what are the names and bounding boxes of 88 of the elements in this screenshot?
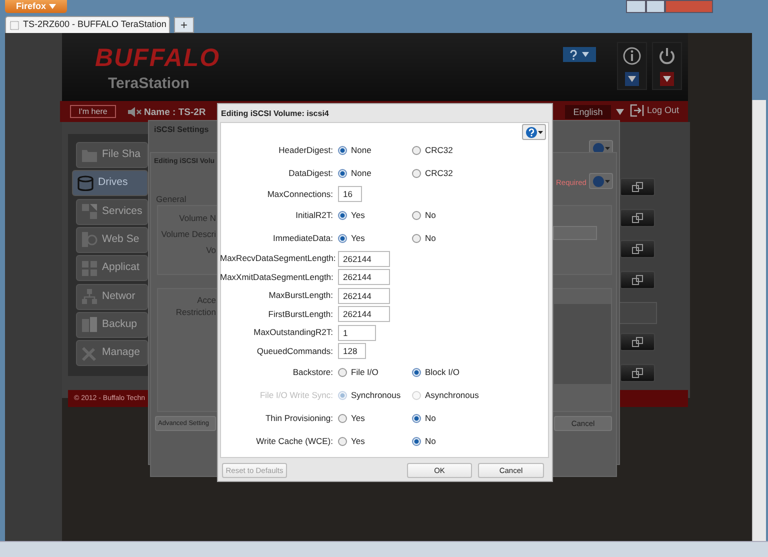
caret-icon <box>625 72 639 86</box>
input-field[interactable]: 16 <box>338 186 362 202</box>
caret-icon <box>49 4 56 10</box>
open-button[interactable] <box>620 271 655 289</box>
field-label: MaxBurstLength: <box>268 289 334 302</box>
logout-icon <box>630 104 644 118</box>
open-button[interactable] <box>620 240 655 258</box>
option-label: File I/O <box>351 366 378 378</box>
option-label: CRC32 <box>425 167 453 180</box>
language-select[interactable]: English <box>565 105 611 119</box>
help-button[interactable] <box>589 173 613 189</box>
locate-button[interactable]: I'm here <box>70 105 116 118</box>
field-label: FirstBurstLength: <box>267 308 334 321</box>
field-label: InitialR2T: <box>294 208 334 222</box>
dialog-title: Editing iSCSI Volume: iscsi4 <box>221 108 329 120</box>
power-icon <box>658 46 676 64</box>
external-window-icon <box>632 368 643 378</box>
field-label: File I/O Write Sync: <box>258 388 334 402</box>
caret-icon <box>604 180 610 182</box>
external-window-icon <box>632 213 643 223</box>
field-label: Thin Provisioning: <box>264 412 334 424</box>
question-mark-icon <box>570 50 577 60</box>
input-field[interactable]: 1 <box>338 324 376 341</box>
power-button[interactable] <box>652 42 682 90</box>
option-label: Yes <box>351 412 365 424</box>
caret-icon <box>660 72 674 86</box>
minimize-button[interactable] <box>626 0 646 13</box>
option-label: No <box>425 208 436 222</box>
field-label: MaxXmitDataSegmentLength: <box>220 270 334 284</box>
open-button[interactable] <box>620 178 655 196</box>
dialog-title: iSCSI Settings <box>154 124 209 136</box>
input-field[interactable] <box>553 226 597 240</box>
help-button[interactable] <box>522 124 546 140</box>
browser-tab[interactable]: TS-2RZ600 - BUFFALO TeraStation <box>5 16 170 33</box>
caret-icon <box>538 130 542 134</box>
external-window-icon <box>632 275 643 285</box>
device-name: Name : TS-2R <box>144 106 206 120</box>
option-label: No <box>425 412 436 424</box>
input-field[interactable]: 262144 <box>338 306 390 322</box>
field-label: MaxRecvDataSegmentLength: <box>220 252 337 266</box>
grid-icon <box>81 260 98 277</box>
help-button[interactable] <box>563 47 596 62</box>
input-field[interactable]: 262144 <box>338 250 390 267</box>
option-label: None <box>351 144 372 157</box>
field-label: QueuedCommands: <box>256 344 334 358</box>
external-window-icon <box>632 337 643 347</box>
maximize-button[interactable] <box>646 0 665 13</box>
option-label: Yes <box>351 232 365 244</box>
field-label: HeaderDigest: <box>278 144 334 157</box>
open-button[interactable] <box>620 209 655 227</box>
option-label: No <box>425 232 436 244</box>
logout-link[interactable]: Log Out <box>630 104 680 118</box>
input-field[interactable]: 128 <box>338 343 366 360</box>
option-label: No <box>425 434 436 448</box>
info-button[interactable] <box>617 42 647 90</box>
new-tab-button[interactable]: + <box>174 17 194 33</box>
network-icon <box>81 288 98 305</box>
field-label: Backstore: <box>292 366 334 378</box>
field-label: DataDigest: <box>288 167 334 180</box>
caret-icon <box>604 146 610 150</box>
external-window-icon <box>632 244 643 254</box>
field-label: ImmediateData: <box>272 232 334 244</box>
caret-icon <box>616 109 624 115</box>
cylinder-icon <box>77 174 94 192</box>
field-label: MaxOutstandingR2T: <box>252 326 334 340</box>
documents-icon <box>81 316 98 334</box>
option-label: Yes <box>351 434 365 448</box>
field-label: Write Cache (WCE): <box>255 434 334 448</box>
page-icon <box>10 20 19 30</box>
info-icon <box>623 46 641 64</box>
option-label: Synchronous <box>351 388 401 402</box>
external-window-icon <box>632 182 643 192</box>
open-button[interactable] <box>620 333 655 351</box>
option-label: None <box>351 167 372 180</box>
brand-logo: BUFFALO <box>95 43 220 74</box>
option-label: Asynchronous <box>425 388 479 402</box>
option-label: Block I/O <box>425 366 460 378</box>
speaker-muted-icon <box>128 107 142 117</box>
option-label: CRC32 <box>425 144 453 157</box>
scrollbar[interactable] <box>752 100 766 541</box>
caret-icon <box>582 52 589 57</box>
field-label: MaxConnections: <box>266 188 334 201</box>
open-button[interactable] <box>620 364 655 382</box>
input-field[interactable]: 262144 <box>338 288 390 304</box>
option-label: Yes <box>351 208 365 222</box>
sidebar-item[interactable]: Drives <box>72 170 148 196</box>
input-field[interactable]: 262144 <box>338 269 390 286</box>
product-name: TeraStation <box>108 74 190 94</box>
